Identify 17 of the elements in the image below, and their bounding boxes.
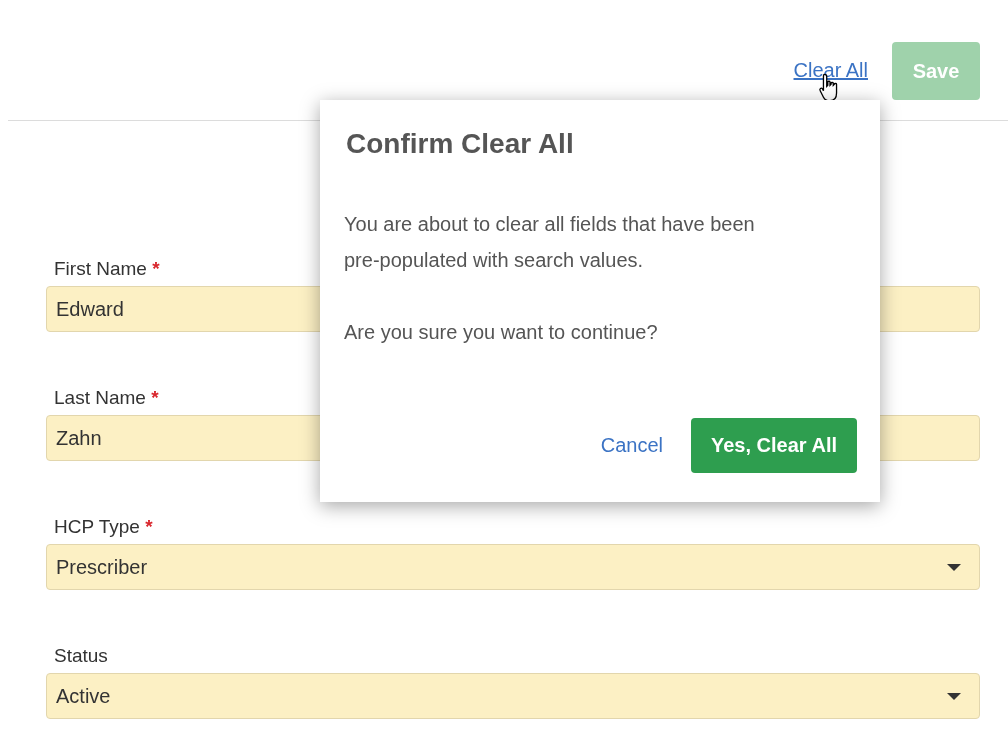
field-label: First Name * bbox=[53, 258, 160, 280]
field-label: Status bbox=[53, 645, 108, 667]
required-asterisk: * bbox=[151, 387, 159, 408]
confirm-button[interactable]: Yes, Clear All bbox=[691, 418, 857, 473]
field-label: HCP Type * bbox=[53, 516, 153, 538]
dialog-message: Are you sure you want to continue? bbox=[344, 320, 659, 345]
field-label: Last Name * bbox=[53, 387, 159, 409]
clear-all-link[interactable]: Clear All bbox=[793, 59, 868, 82]
caret-icon bbox=[947, 692, 961, 700]
caret-icon bbox=[947, 563, 961, 571]
select-field[interactable]: Active bbox=[46, 673, 980, 719]
dialog-title: Confirm Clear All bbox=[346, 128, 575, 160]
select-field[interactable]: Prescriber bbox=[46, 544, 980, 590]
cancel-link[interactable]: Cancel bbox=[600, 434, 663, 457]
dialog-message: You are about to clear all fields that have been pre-populated with search values. bbox=[344, 212, 756, 273]
required-asterisk: * bbox=[145, 516, 153, 537]
required-asterisk: * bbox=[152, 258, 160, 279]
